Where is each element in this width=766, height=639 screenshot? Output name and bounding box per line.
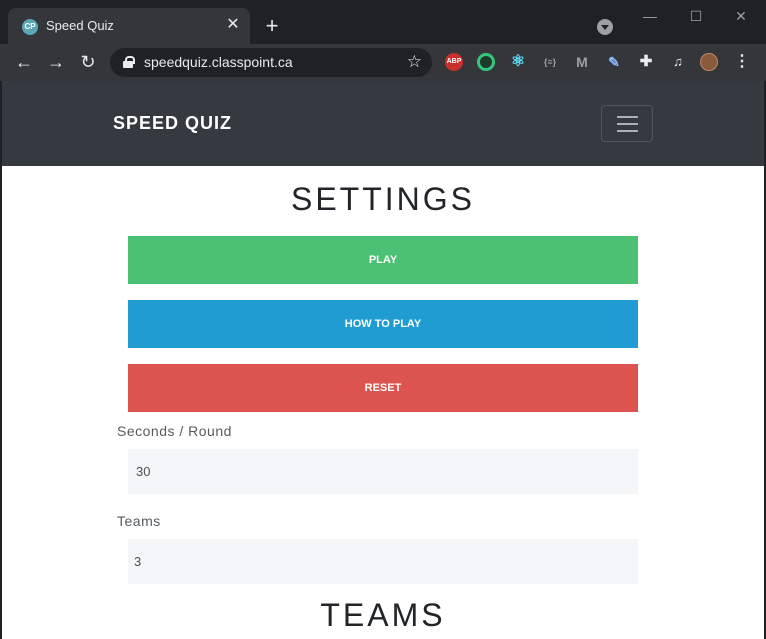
reset-button[interactable]: RESET bbox=[128, 364, 638, 412]
site-brand[interactable]: SPEED QUIZ bbox=[113, 113, 232, 134]
teams-label: Teams bbox=[117, 513, 161, 529]
new-tab-button[interactable]: + bbox=[262, 15, 282, 37]
teams-input[interactable]: 3 bbox=[128, 539, 638, 584]
browser-menu-icon[interactable]: ⋮ bbox=[733, 53, 751, 71]
seconds-per-round-input[interactable]: 30 bbox=[128, 449, 638, 494]
tab-close-icon[interactable]: ✕ bbox=[224, 16, 242, 34]
extension-pen-icon[interactable]: ✎ bbox=[605, 53, 623, 71]
minimize-button[interactable]: — bbox=[640, 8, 660, 24]
extension-brackets-icon[interactable]: {≡} bbox=[541, 53, 559, 71]
window-close-button[interactable]: ✕ bbox=[731, 8, 751, 24]
play-button[interactable]: PLAY bbox=[128, 236, 638, 284]
address-bar[interactable]: speedquiz.classpoint.ca ☆ bbox=[110, 48, 432, 77]
forward-icon[interactable]: → bbox=[46, 52, 66, 72]
browser-toolbar: ← → ↻ speedquiz.classpoint.ca ☆ ABP ⚛ {≡… bbox=[0, 44, 766, 81]
react-devtools-icon[interactable]: ⚛ bbox=[509, 53, 527, 71]
seconds-per-round-label: Seconds / Round bbox=[117, 423, 232, 439]
menu-toggle-button[interactable] bbox=[601, 105, 653, 142]
profile-avatar[interactable] bbox=[700, 53, 718, 71]
hamburger-line bbox=[617, 130, 638, 132]
teams-heading: TEAMS bbox=[320, 597, 446, 633]
maximize-button[interactable]: ☐ bbox=[686, 8, 706, 24]
site-navbar: SPEED QUIZ bbox=[2, 81, 764, 166]
how-to-play-button[interactable]: HOW TO PLAY bbox=[128, 300, 638, 348]
url-text[interactable]: speedquiz.classpoint.ca bbox=[144, 54, 293, 70]
tab-favicon-icon: CP bbox=[22, 19, 38, 35]
tab-title: Speed Quiz bbox=[46, 18, 114, 33]
lock-icon[interactable] bbox=[123, 56, 135, 68]
settings-heading: SETTINGS bbox=[290, 181, 475, 217]
back-icon[interactable]: ← bbox=[14, 52, 34, 72]
extension-m-icon[interactable]: M bbox=[573, 53, 591, 71]
hamburger-icon bbox=[617, 116, 638, 118]
reload-icon[interactable]: ↻ bbox=[78, 52, 98, 72]
browser-window: CP Speed Quiz ✕ + — ☐ ✕ ← → ↻ speedquiz.… bbox=[0, 0, 766, 639]
tab-strip: CP Speed Quiz ✕ + — ☐ ✕ bbox=[0, 0, 766, 44]
abp-icon[interactable]: ABP bbox=[445, 53, 463, 71]
media-control-icon[interactable]: ♫ bbox=[669, 53, 687, 71]
extension-ring-icon[interactable] bbox=[477, 53, 495, 71]
browser-tab[interactable]: CP Speed Quiz ✕ bbox=[8, 8, 250, 44]
bookmark-star-icon[interactable]: ☆ bbox=[407, 52, 422, 72]
hamburger-line bbox=[617, 123, 638, 125]
tab-search-icon[interactable] bbox=[597, 19, 613, 35]
extensions-puzzle-icon[interactable]: ✚ bbox=[637, 53, 655, 71]
web-page: SPEED QUIZ SETTINGS PLAY HOW TO PLAY RES… bbox=[2, 81, 764, 639]
